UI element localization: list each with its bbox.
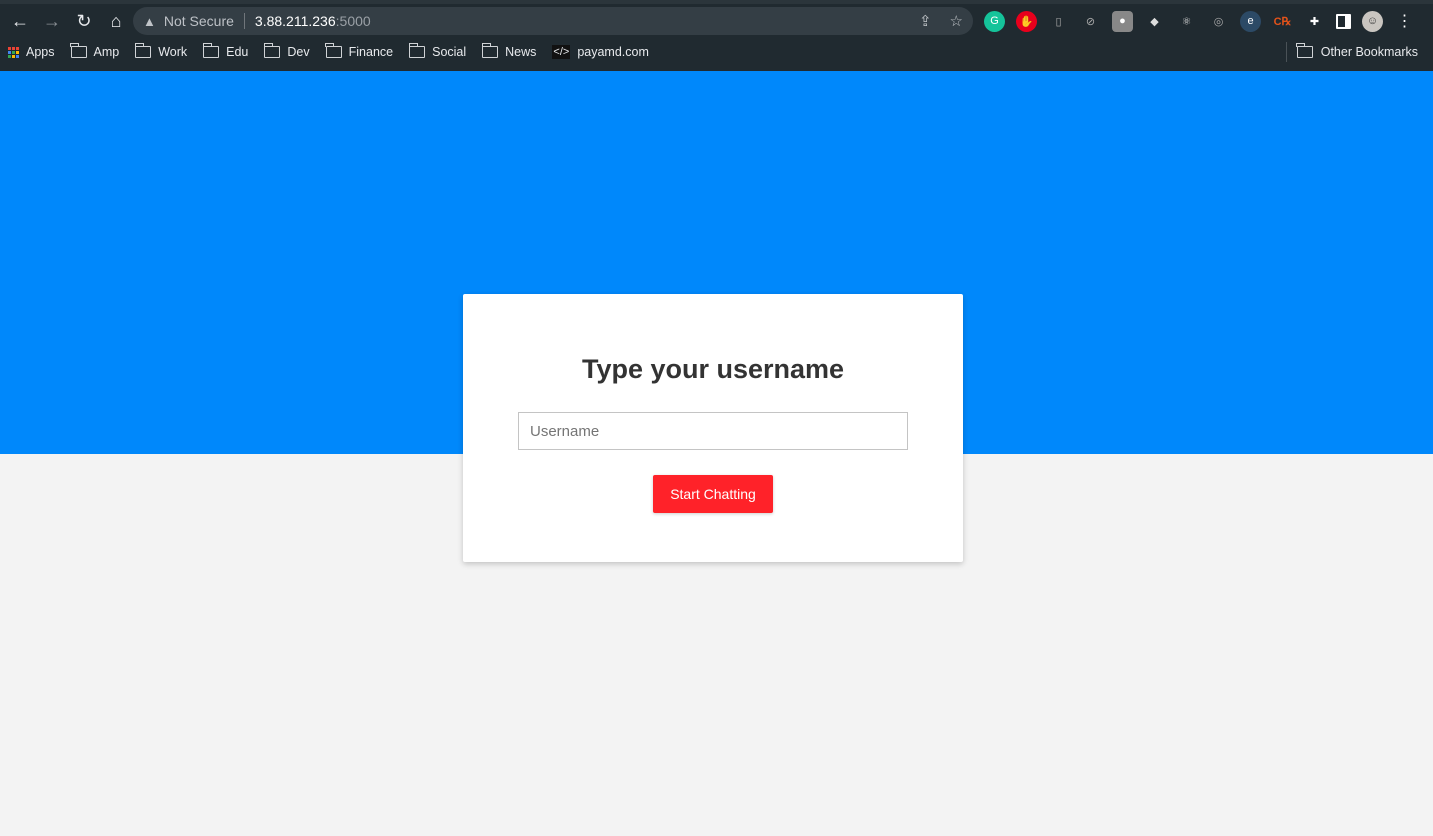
divider [243,13,245,29]
bookmark-finance[interactable]: Finance [325,43,394,59]
folder-icon [325,43,342,58]
bookmark-label: Amp [93,45,120,59]
bookmarks-bar: Apps Amp Work Edu Dev Finance Social New… [8,42,649,62]
bookmark-amp[interactable]: Amp [70,43,120,59]
bookmark-work[interactable]: Work [134,43,188,59]
folder-icon [481,43,499,58]
other-bookmarks[interactable]: Other Bookmarks [1285,42,1418,62]
avatar[interactable]: ☺ [1362,10,1383,32]
folder-icon [70,43,87,58]
bookmark-apps[interactable]: Apps [8,45,55,59]
folder-icon [263,43,281,58]
sidebar-icon[interactable] [1336,13,1351,29]
bookmark-label: Apps [26,45,55,59]
bookmark-edu[interactable]: Edu [202,43,249,59]
folder-icon [134,43,152,58]
no-script-icon[interactable]: ⊘ [1080,11,1101,32]
bookmark-label: Dev [287,45,310,59]
folder-icon [408,43,426,58]
start-chatting-button[interactable]: Start Chatting [653,475,773,513]
star-icon[interactable]: ☆ [950,12,963,30]
bookmark-social[interactable]: Social [408,43,467,59]
folder-icon [202,43,220,58]
bookmark-label: Finance [348,45,394,59]
apps-icon [8,46,19,58]
bookmark-label: News [505,45,537,59]
warning-icon: ▲ [143,13,156,29]
back-icon[interactable]: ← [4,11,36,32]
forward-icon[interactable]: → [36,11,68,32]
tag-icon[interactable]: ◆ [1144,11,1165,32]
tab-strip [0,0,1433,4]
bookmark-dev[interactable]: Dev [263,43,310,59]
bookmark-news[interactable]: News [481,43,537,59]
screen-capture-icon[interactable]: ◎ [1208,11,1229,32]
office-icon[interactable]: ▯ [1048,11,1069,32]
grammarly-icon[interactable]: G [984,10,1005,32]
bookmark-label: Work [158,45,188,59]
bookmark-label: Social [432,45,467,59]
browser-chrome: ← → ↻ ⌂ ▲ Not Secure 3.88.211.236:5000 ⇪… [0,0,1433,71]
url-host: 3.88.211.236 [254,13,336,29]
code-icon: </> [552,45,571,59]
bookmark-payamd[interactable]: </> payamd.com [552,45,649,59]
nav-buttons: ← → ↻ ⌂ [4,6,132,36]
bulb-icon[interactable]: ● [1112,10,1133,32]
extensions-bar: G ✋ ▯ ⊘ ● ◆ ⚛ ◎ e C℞ ✚ ☺ ⋮ [984,6,1415,36]
share-icon[interactable]: ⇪ [919,12,932,30]
address-bar[interactable]: ▲ Not Secure 3.88.211.236:5000 ⇪ ☆ [133,7,973,35]
css-extension-icon[interactable]: C℞ [1272,11,1293,32]
home-icon[interactable]: ⌂ [100,11,132,32]
puzzle-icon[interactable]: ✚ [1304,11,1325,32]
username-card: Type your username Start Chatting [463,294,963,562]
bookmark-label: Edu [226,45,249,59]
url-port: :5000 [335,13,371,29]
page-title: Type your username [581,354,845,384]
security-label: Not Secure [163,13,234,29]
reload-icon[interactable]: ↻ [68,11,100,32]
e-extension-icon[interactable]: e [1240,10,1261,32]
menu-icon[interactable]: ⋮ [1394,11,1415,32]
folder-icon [1296,43,1313,58]
bookmark-label: payamd.com [577,45,649,59]
adblock-icon[interactable]: ✋ [1016,10,1037,32]
react-devtools-icon[interactable]: ⚛ [1176,11,1197,32]
username-input[interactable] [518,412,908,450]
other-bookmarks-label: Other Bookmarks [1320,45,1418,59]
